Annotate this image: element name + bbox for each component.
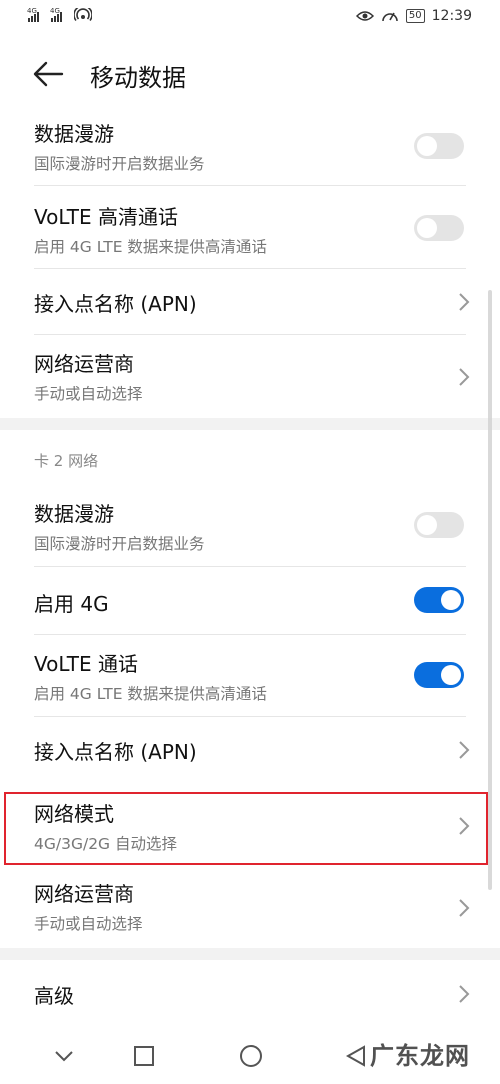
highlight-box <box>4 792 488 865</box>
divider <box>34 185 466 186</box>
status-bar: 4G 4G 50 12:39 <box>0 0 500 36</box>
scrollbar[interactable] <box>488 290 492 890</box>
status-left: 4G 4G <box>27 7 92 22</box>
sim1-data-roaming-subtitle: 国际漫游时开启数据业务 <box>34 155 205 173</box>
sim1-apn-title: 接入点名称 (APN) <box>34 292 197 316</box>
back-triangle-icon[interactable] <box>342 1042 370 1070</box>
sim2-data-roaming-toggle[interactable] <box>414 512 464 538</box>
eye-icon <box>355 11 374 21</box>
wifi-hotspot-icon <box>74 8 92 22</box>
sim1-volte-title: VoLTE 高清通话 <box>34 205 178 229</box>
sim2-data-roaming-row[interactable]: 数据漫游 国际漫游时开启数据业务 <box>0 492 500 562</box>
divider <box>34 334 466 335</box>
sim2-enable-4g-toggle[interactable] <box>414 587 464 613</box>
recent-apps-icon[interactable] <box>130 1042 158 1070</box>
sim2-data-roaming-subtitle: 国际漫游时开启数据业务 <box>34 535 205 553</box>
chevron-right-icon <box>459 985 470 1003</box>
speed-icon <box>382 12 398 22</box>
sim1-data-roaming-title: 数据漫游 <box>34 122 114 146</box>
advanced-title: 高级 <box>34 984 74 1008</box>
sim1-carrier-subtitle: 手动或自动选择 <box>34 385 143 403</box>
sim1-network-label: 4G <box>27 7 37 15</box>
chevron-right-icon <box>459 899 470 917</box>
sim2-signal-icon: 4G <box>50 7 62 22</box>
divider <box>34 268 466 269</box>
sim2-enable-4g-row[interactable]: 启用 4G <box>0 568 500 632</box>
home-icon[interactable] <box>237 1042 265 1070</box>
sim2-apn-row[interactable]: 接入点名称 (APN) <box>0 718 500 782</box>
sim2-carrier-subtitle: 手动或自动选择 <box>34 915 143 933</box>
status-time: 12:39 <box>431 8 472 24</box>
sim2-carrier-title: 网络运营商 <box>34 882 134 906</box>
sim2-apn-title: 接入点名称 (APN) <box>34 740 197 764</box>
app-header: 移动数据 <box>0 50 500 100</box>
chevron-right-icon <box>459 368 470 386</box>
section-gap <box>0 948 500 960</box>
sim1-carrier-row[interactable]: 网络运营商 手动或自动选择 <box>0 342 500 412</box>
sim1-volte-toggle[interactable] <box>414 215 464 241</box>
sim2-volte-row[interactable]: VoLTE 通话 启用 4G LTE 数据来提供高清通话 <box>0 642 500 712</box>
chevron-right-icon <box>459 741 470 759</box>
watermark-text: 广东龙网 <box>370 1042 470 1070</box>
page-title: 移动数据 <box>90 64 186 92</box>
sim1-data-roaming-toggle[interactable] <box>414 133 464 159</box>
section-gap <box>0 418 500 430</box>
chevron-down-icon[interactable] <box>50 1042 78 1070</box>
sim2-enable-4g-title: 启用 4G <box>34 592 109 616</box>
sim1-volte-row[interactable]: VoLTE 高清通话 启用 4G LTE 数据来提供高清通话 <box>0 195 500 265</box>
advanced-row[interactable]: 高级 <box>0 962 500 1024</box>
sim2-volte-toggle[interactable] <box>414 662 464 688</box>
sim2-volte-title: VoLTE 通话 <box>34 652 138 676</box>
divider <box>34 716 466 717</box>
sim1-volte-subtitle: 启用 4G LTE 数据来提供高清通话 <box>34 238 267 256</box>
sim2-network-label: 4G <box>50 7 60 15</box>
battery-icon: 50 <box>405 9 425 23</box>
chevron-right-icon <box>459 293 470 311</box>
divider <box>34 566 466 567</box>
sim2-carrier-row[interactable]: 网络运营商 手动或自动选择 <box>0 874 500 944</box>
sim1-apn-row[interactable]: 接入点名称 (APN) <box>0 270 500 334</box>
sim2-section-title: 卡 2 网络 <box>34 452 99 470</box>
sim2-volte-subtitle: 启用 4G LTE 数据来提供高清通话 <box>34 685 267 703</box>
status-right: 50 12:39 <box>355 8 472 24</box>
sim2-data-roaming-title: 数据漫游 <box>34 502 114 526</box>
back-arrow-icon[interactable] <box>32 60 64 88</box>
sim1-data-roaming-row[interactable]: 数据漫游 国际漫游时开启数据业务 <box>0 112 500 182</box>
sim1-carrier-title: 网络运营商 <box>34 352 134 376</box>
divider <box>34 634 466 635</box>
sim1-signal-icon: 4G <box>27 7 39 22</box>
